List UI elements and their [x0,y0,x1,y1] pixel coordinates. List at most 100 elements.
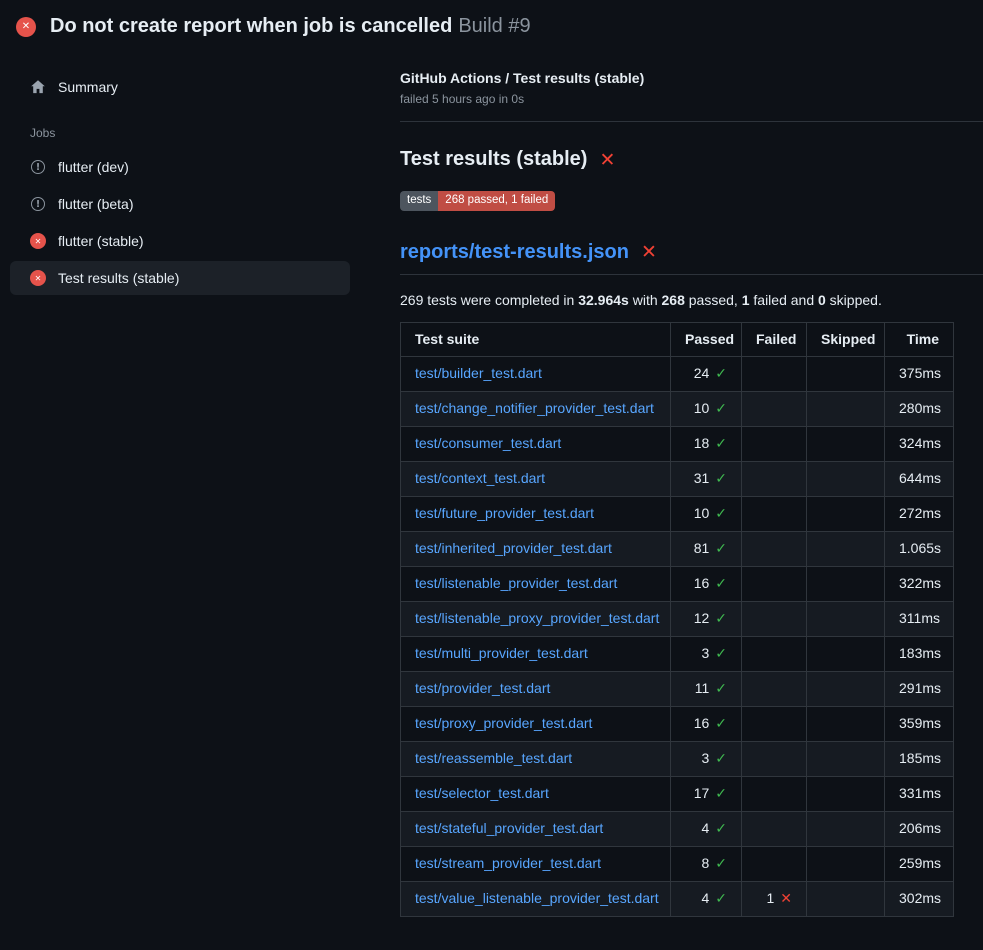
time-value: 331ms [899,785,941,801]
passed-count: 24 [694,365,710,381]
sidebar-item-label: Test results (stable) [58,270,179,286]
time-cell: 206ms [885,811,954,846]
table-row: test/consumer_test.dart 18✓ ✕ 324ms [401,426,954,461]
failed-cell: ✕ [742,461,807,496]
failed-cell: ✕ [742,811,807,846]
failed-cell: ✕ [742,776,807,811]
suite-link[interactable]: test/multi_provider_test.dart [415,645,588,661]
suite-link[interactable]: test/stream_provider_test.dart [415,855,601,871]
build-header: ✕ Do not create report when job is cance… [0,0,983,44]
failed-cell: ✕ [742,741,807,776]
suite-link[interactable]: test/selector_test.dart [415,785,549,801]
skipped-cell [807,741,885,776]
failed-cell: ✕ [742,601,807,636]
suite-link[interactable]: test/stateful_provider_test.dart [415,820,603,836]
failed-cell: ✕ [742,426,807,461]
passed-cell: 8✓ [671,846,742,881]
table-row: test/selector_test.dart 17✓ ✕ 331ms [401,776,954,811]
col-header-failed: Failed [742,322,807,356]
passed-cell: 4✓ [671,881,742,916]
col-header-skipped: Skipped [807,322,885,356]
failed-cell: ✕ [742,531,807,566]
table-row: test/stateful_provider_test.dart 4✓ ✕ 20… [401,811,954,846]
time-value: 322ms [899,575,941,591]
skipped-cell [807,706,885,741]
results-table-body: test/builder_test.dart 24✓ ✕ 375ms test/… [401,356,954,916]
time-cell: 324ms [885,426,954,461]
passed-cell: 24 ✓ [671,356,742,391]
suite-cell: test/multi_provider_test.dart [401,636,671,671]
check-icon: ✓ [715,471,727,487]
time-value: 1.065s [899,540,941,556]
time-cell: 302ms [885,881,954,916]
suite-link[interactable]: test/builder_test.dart [415,365,542,381]
skipped-cell [807,881,885,916]
skipped-cell [807,601,885,636]
time-cell: 322ms [885,566,954,601]
suite-cell: test/listenable_provider_test.dart [401,566,671,601]
sidebar: Summary Jobs ! flutter (dev) ! flutter (… [10,70,350,917]
sidebar-item-summary[interactable]: Summary [10,70,350,104]
x-icon: ✕ [780,891,792,907]
suite-cell: test/builder_test.dart [401,356,671,391]
check-icon: ✓ [715,891,727,907]
suite-link[interactable]: test/listenable_provider_test.dart [415,575,617,591]
failed-count: 1 [766,890,774,906]
report-file-link[interactable]: reports/test-results.json [400,241,629,264]
suite-link[interactable]: test/inherited_provider_test.dart [415,540,612,556]
section-title-text: Test results (stable) [400,148,587,171]
build-failed-icon: ✕ [16,17,36,37]
suite-link[interactable]: test/consumer_test.dart [415,435,561,451]
summary-mid3: failed and [750,292,819,308]
summary-failed-count: 1 [742,292,750,308]
suite-link[interactable]: test/listenable_proxy_provider_test.dart [415,610,659,626]
suite-link[interactable]: test/context_test.dart [415,470,545,486]
passed-count: 16 [694,715,710,731]
badge-value: 268 passed, 1 failed [438,191,555,211]
table-row: test/change_notifier_provider_test.dart … [401,391,954,426]
time-cell: 311ms [885,601,954,636]
failed-cell: ✕ [742,846,807,881]
check-icon: ✓ [715,681,727,697]
sidebar-item-flutter-beta[interactable]: ! flutter (beta) [10,187,350,221]
jobs-section-label: Jobs [30,126,350,140]
sidebar-item-test-results-stable[interactable]: ✕ Test results (stable) [10,261,350,295]
time-value: 280ms [899,400,941,416]
suite-link[interactable]: test/future_provider_test.dart [415,505,594,521]
skipped-cell [807,636,885,671]
skipped-cell [807,391,885,426]
check-icon: ✓ [715,506,727,522]
sidebar-item-label: flutter (dev) [58,159,129,175]
tests-badge: tests 268 passed, 1 failed [400,191,555,211]
time-cell: 331ms [885,776,954,811]
main-content: GitHub Actions / Test results (stable) f… [400,70,983,917]
check-icon: ✓ [715,401,727,417]
sidebar-item-flutter-stable[interactable]: ✕ flutter (stable) [10,224,350,258]
suite-link[interactable]: test/proxy_provider_test.dart [415,715,592,731]
passed-count: 3 [701,645,709,661]
check-icon: ✓ [715,366,727,382]
build-number: Build #9 [458,15,530,37]
badge-label: tests [400,191,438,211]
suite-link[interactable]: test/value_listenable_provider_test.dart [415,890,659,906]
time-value: 644ms [899,470,941,486]
sidebar-item-flutter-dev[interactable]: ! flutter (dev) [10,150,350,184]
suite-link[interactable]: test/provider_test.dart [415,680,550,696]
table-row: test/future_provider_test.dart 10✓ ✕ 272… [401,496,954,531]
passed-count: 10 [694,505,710,521]
skipped-cell [807,426,885,461]
passed-count: 4 [701,890,709,906]
sidebar-item-label: flutter (beta) [58,196,133,212]
summary-skipped-count: 0 [818,292,826,308]
passed-count: 12 [694,610,710,626]
sidebar-item-label: flutter (stable) [58,233,144,249]
passed-count: 11 [695,680,710,696]
suite-link[interactable]: test/reassemble_test.dart [415,750,572,766]
suite-link[interactable]: test/change_notifier_provider_test.dart [415,400,654,416]
check-icon: ✓ [715,576,727,592]
check-icon: ✓ [715,436,727,452]
time-cell: 183ms [885,636,954,671]
failed-status-icon: ✕ [30,233,46,249]
table-row: test/value_listenable_provider_test.dart… [401,881,954,916]
time-cell: 1.065s [885,531,954,566]
